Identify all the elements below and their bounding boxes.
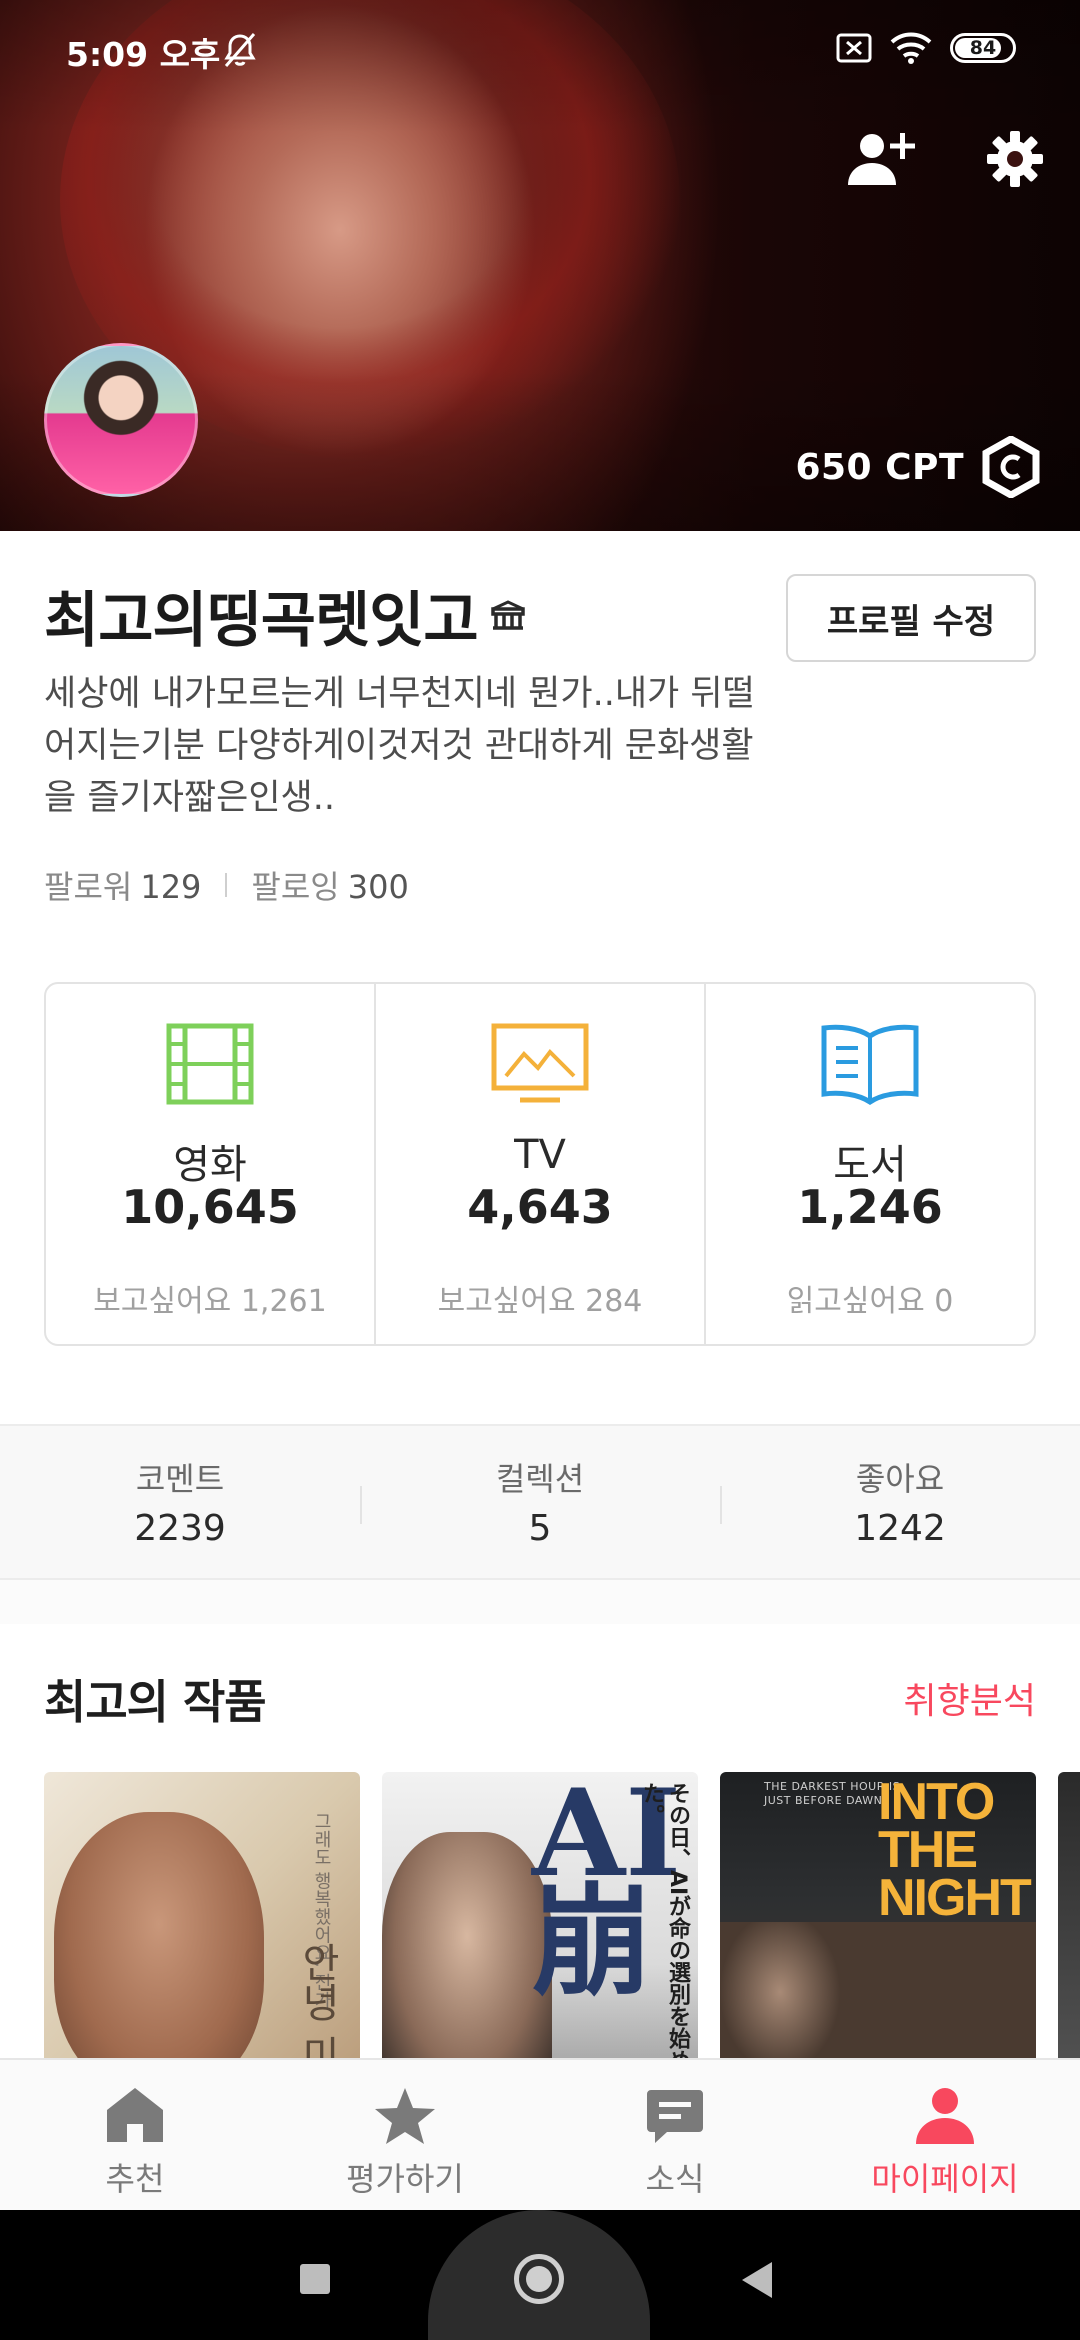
book-icon — [821, 1024, 919, 1106]
wifi-icon — [890, 32, 932, 64]
poster-image — [720, 1922, 1036, 2058]
poster-card[interactable] — [1058, 1772, 1080, 2058]
following-link[interactable]: 팔로잉 300 — [251, 862, 408, 908]
profile-name: 최고의띵곡렛잇고 — [44, 586, 479, 656]
back-button[interactable] — [742, 2262, 772, 2298]
followers-link[interactable]: 팔로워 129 — [44, 862, 201, 908]
person-icon — [916, 2088, 974, 2144]
following-label: 팔로잉 — [251, 868, 340, 906]
settings-button[interactable] — [980, 124, 1050, 194]
home-button[interactable] — [514, 2254, 564, 2304]
recents-button[interactable] — [300, 2264, 330, 2294]
activity-label: 좋아요 — [855, 1460, 945, 1498]
nav-label: 소식 — [645, 2160, 705, 2198]
nav-mypage[interactable]: 마이페이지 — [810, 2060, 1080, 2210]
comments-stat[interactable]: 코멘트 2239 — [0, 1426, 360, 1578]
nav-rate[interactable]: 평가하기 — [270, 2060, 540, 2210]
star-icon — [375, 2088, 435, 2144]
gear-icon — [987, 131, 1043, 187]
status-icons: 84 — [836, 32, 1016, 64]
stat-wishlist: 보고싶어요 284 — [437, 1284, 643, 1319]
mute-bell-icon — [220, 30, 260, 74]
avatar[interactable] — [44, 343, 198, 497]
chat-icon — [647, 2090, 703, 2143]
best-works-carousel[interactable]: 그래도 행복했어요, 전가 안녕 미 AI崩 その日、AIが命の選別を始めた。 … — [44, 1772, 1080, 2058]
no-sim-icon — [836, 33, 872, 63]
activity-label: 컬렉션 — [495, 1460, 585, 1498]
stat-card-books[interactable]: 도서 1,246 읽고싶어요 0 — [704, 984, 1034, 1344]
poster-tagline: その日、AIが命の選別を始めた。 — [639, 1782, 690, 2058]
activity-value: 5 — [528, 1508, 552, 1549]
poster-title: 안녕 미 — [294, 1942, 340, 2058]
cpt-hexagon-icon — [982, 436, 1040, 498]
poster-image — [54, 1812, 264, 2058]
stat-wishlist: 읽고싶어요 0 — [786, 1284, 954, 1319]
follow-counts: 팔로워 129 팔로잉 300 — [44, 862, 409, 908]
stat-label: TV — [514, 1132, 566, 1178]
tv-icon — [491, 1023, 589, 1103]
nav-label: 추천 — [105, 2160, 165, 2198]
person-add-icon — [848, 133, 915, 185]
following-count: 300 — [347, 868, 409, 906]
status-time: 5:09 오후 — [66, 35, 221, 74]
battery-icon: 84 — [950, 33, 1016, 63]
collections-stat[interactable]: 컬렉션 5 — [360, 1426, 720, 1578]
film-icon — [166, 1023, 254, 1105]
stat-card-movies[interactable]: 영화 10,645 보고싶어요 1,261 — [46, 984, 374, 1344]
stat-card-tv[interactable]: TV 4,643 보고싶어요 284 — [374, 984, 704, 1344]
add-friend-button[interactable] — [846, 124, 916, 194]
nav-news[interactable]: 소식 — [540, 2060, 810, 2210]
profile-bio: 세상에 내가모르는게 너무천지네 뭔가..내가 뒤떨어지는기분 다양하게이것저것… — [44, 674, 755, 818]
follow-divider — [225, 873, 228, 897]
poster-card[interactable]: 그래도 행복했어요, 전가 안녕 미 — [44, 1772, 360, 2058]
followers-label: 팔로워 — [44, 868, 133, 906]
home-icon — [107, 2088, 163, 2142]
stat-wishlist: 보고싶어요 1,261 — [93, 1284, 327, 1319]
edit-profile-button[interactable]: 프로필 수정 — [786, 574, 1036, 662]
status-bar: 5:09 오후 84 — [0, 0, 1080, 100]
cpt-balance[interactable]: 650 CPT — [795, 436, 1040, 498]
poster-image — [382, 1832, 552, 2058]
taste-analysis-link[interactable]: 취향분석 — [904, 1672, 1036, 1724]
nav-label: 평가하기 — [346, 2160, 464, 2198]
activity-value: 1242 — [854, 1508, 946, 1549]
profile-name-row: 최고의띵곡렛잇고 — [44, 572, 526, 659]
stat-count: 1,246 — [797, 1180, 943, 1234]
best-works-title: 최고의 작품 — [44, 1675, 267, 1729]
activity-summary: 코멘트 2239 컬렉션 5 좋아요 1242 — [0, 1424, 1080, 1580]
cpt-value: 650 CPT — [795, 446, 964, 488]
activity-value: 2239 — [134, 1508, 226, 1549]
stat-count: 4,643 — [467, 1180, 613, 1234]
poster-card[interactable]: AI崩 その日、AIが命の選別を始めた。 — [382, 1772, 698, 2058]
poster-card[interactable]: THE DARKEST HOUR IS JUST BEFORE DAWN INT… — [720, 1772, 1036, 2058]
activity-label: 코멘트 — [135, 1460, 225, 1498]
battery-label: 84 — [969, 37, 997, 59]
content-stats: 영화 10,645 보고싶어요 1,261 TV 4,643 보고싶어요 284… — [44, 982, 1036, 1346]
section-spacer — [0, 1580, 1080, 1624]
bottom-navigation: 추천 평가하기 소식 마이페이지 — [0, 2058, 1080, 2210]
followers-count: 129 — [140, 868, 202, 906]
nav-recommend[interactable]: 추천 — [0, 2060, 270, 2210]
stat-count: 10,645 — [121, 1180, 299, 1234]
nav-label: 마이페이지 — [871, 2160, 1019, 2198]
badge-icon — [490, 599, 525, 630]
system-navigation-bar — [0, 2210, 1080, 2340]
likes-stat[interactable]: 좋아요 1242 — [720, 1426, 1080, 1578]
poster-title: INTO THE NIGHT — [878, 1773, 1032, 1927]
